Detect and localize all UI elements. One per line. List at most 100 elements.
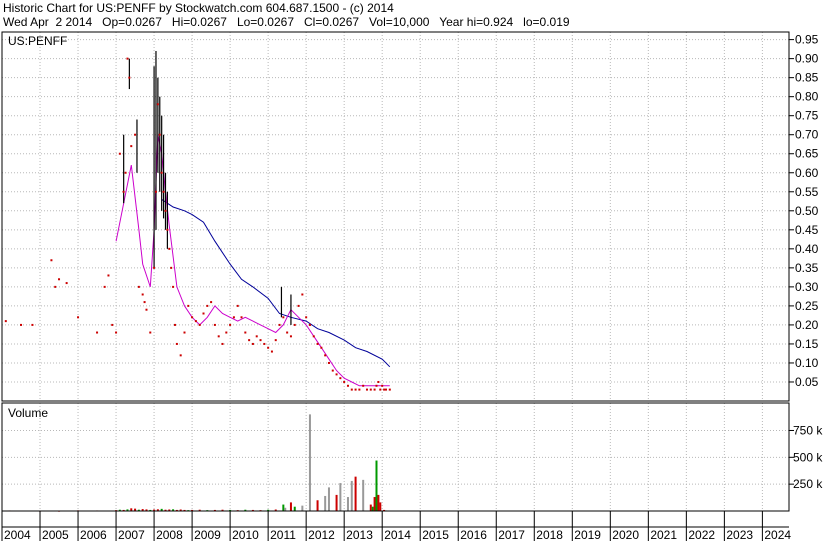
x-tick-label: 2010 bbox=[232, 528, 259, 542]
price-point bbox=[383, 388, 386, 391]
price-point bbox=[183, 331, 186, 334]
x-tick-label: 2014 bbox=[384, 528, 411, 542]
x-tick-label: 2012 bbox=[308, 528, 335, 542]
price-point bbox=[343, 380, 346, 383]
x-tick-label: 2006 bbox=[80, 528, 107, 542]
x-tick-label: 2005 bbox=[42, 528, 69, 542]
price-point bbox=[308, 323, 311, 326]
price-point bbox=[77, 316, 80, 319]
x-tick-label: 2018 bbox=[536, 528, 563, 542]
price-point bbox=[179, 354, 182, 357]
price-point bbox=[194, 320, 197, 323]
price-plot-area bbox=[2, 32, 789, 401]
volume-y-tick-label: 250 k bbox=[793, 477, 823, 491]
volume-bar bbox=[327, 487, 330, 511]
x-tick-label: 2020 bbox=[612, 528, 639, 542]
price-point bbox=[289, 335, 292, 338]
price-point bbox=[369, 388, 372, 391]
volume-panel-title: Volume bbox=[8, 406, 48, 420]
x-tick-label: 2013 bbox=[346, 528, 373, 542]
price-point bbox=[153, 266, 156, 269]
price-point bbox=[173, 323, 176, 326]
price-point bbox=[362, 384, 365, 387]
price-point bbox=[118, 152, 121, 155]
price-point bbox=[232, 316, 235, 319]
price-point bbox=[160, 171, 163, 174]
price-point bbox=[244, 331, 247, 334]
price-point bbox=[107, 274, 110, 277]
x-tick-label: 2022 bbox=[688, 528, 715, 542]
price-point bbox=[164, 209, 167, 212]
price-y-tick-label: 0.95 bbox=[795, 33, 819, 47]
price-point bbox=[134, 133, 137, 136]
price-point bbox=[210, 301, 213, 304]
price-y-tick-label: 0.10 bbox=[795, 356, 819, 370]
price-point bbox=[65, 282, 68, 285]
price-point bbox=[206, 304, 209, 307]
price-point bbox=[168, 247, 171, 250]
x-tick-label: 2023 bbox=[726, 528, 753, 542]
price-point bbox=[130, 145, 133, 148]
price-point bbox=[267, 346, 270, 349]
stock-chart: 0.95 0.90 0.85 0.80 0.75 0.70 0.65 0.60 0.55 0.50… bbox=[1, 31, 823, 542]
price-point bbox=[286, 331, 289, 334]
x-tick-label: 2024 bbox=[764, 528, 791, 542]
price-point bbox=[270, 350, 273, 353]
price-point bbox=[331, 369, 334, 372]
price-point bbox=[172, 285, 175, 288]
price-point bbox=[213, 323, 216, 326]
price-point bbox=[320, 346, 323, 349]
price-point bbox=[221, 342, 224, 345]
price-point bbox=[251, 342, 254, 345]
x-tick-label: 2019 bbox=[574, 528, 601, 542]
price-point bbox=[156, 103, 159, 106]
price-point bbox=[4, 320, 7, 323]
price-point bbox=[312, 335, 315, 338]
price-point bbox=[128, 76, 131, 79]
x-tick-label: 2017 bbox=[498, 528, 525, 542]
price-y-tick-label: 0.80 bbox=[795, 90, 819, 104]
price-point bbox=[293, 323, 296, 326]
price-y-tick-label: 0.75 bbox=[795, 109, 819, 123]
price-y-tick-label: 0.50 bbox=[795, 204, 819, 218]
volume-bar bbox=[362, 479, 365, 511]
price-point bbox=[297, 304, 300, 307]
volume-bar bbox=[282, 504, 285, 511]
x-tick-label: 2008 bbox=[156, 528, 183, 542]
price-point bbox=[162, 190, 165, 193]
price-y-tick-label: 0.90 bbox=[795, 52, 819, 66]
price-point bbox=[166, 228, 169, 231]
volume-panel: 750 k 500 k 250 k Volume bbox=[1, 402, 823, 512]
volume-bar bbox=[289, 502, 292, 511]
price-point bbox=[154, 190, 157, 193]
price-point bbox=[122, 190, 125, 193]
volume-bar bbox=[369, 504, 372, 511]
price-point bbox=[175, 342, 178, 345]
price-point bbox=[187, 304, 190, 307]
volume-bar bbox=[354, 476, 357, 511]
price-y-tick-label: 0.25 bbox=[795, 299, 819, 313]
x-tick-label: 2007 bbox=[118, 528, 145, 542]
price-point bbox=[31, 323, 34, 326]
volume-bar bbox=[377, 494, 380, 511]
volume-y-tick-label: 500 k bbox=[793, 450, 823, 464]
price-point bbox=[379, 388, 382, 391]
price-point bbox=[236, 304, 239, 307]
price-point bbox=[202, 312, 205, 315]
volume-bar bbox=[316, 500, 319, 511]
price-y-tick-label: 0.85 bbox=[795, 71, 819, 85]
price-point bbox=[137, 285, 140, 288]
price-point bbox=[145, 308, 148, 311]
volume-bar bbox=[293, 506, 296, 511]
price-y-tick-label: 0.20 bbox=[795, 318, 819, 332]
price-point bbox=[124, 171, 127, 174]
price-point bbox=[126, 57, 129, 60]
price-point bbox=[358, 388, 361, 391]
price-point bbox=[20, 323, 23, 326]
price-point bbox=[282, 316, 285, 319]
price-point bbox=[278, 323, 281, 326]
volume-bar bbox=[308, 414, 311, 511]
price-y-tick-label: 0.65 bbox=[795, 147, 819, 161]
x-tick-label: 2011 bbox=[270, 528, 296, 542]
price-point bbox=[217, 335, 220, 338]
